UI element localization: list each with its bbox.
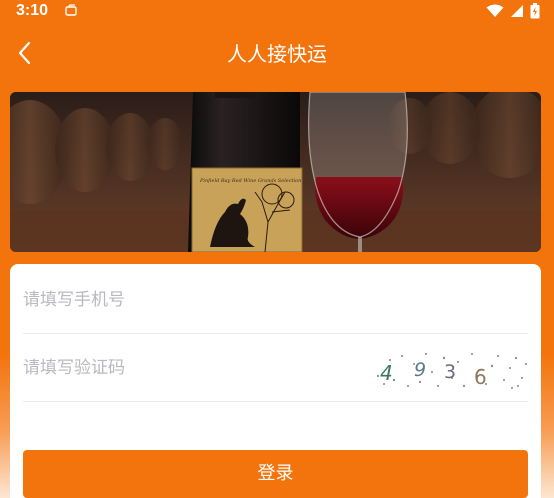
notification-icon bbox=[65, 4, 77, 16]
battery-icon bbox=[530, 3, 540, 19]
page-title: 人人接快运 bbox=[227, 42, 327, 66]
captcha-digit: 3 bbox=[444, 361, 456, 383]
bottle-label-text: Pinfield Bay Red Wine Grands Selection bbox=[199, 178, 301, 184]
phone-input[interactable] bbox=[23, 266, 528, 333]
wifi-icon bbox=[486, 4, 504, 17]
code-field: 4 9 3 6 bbox=[23, 334, 528, 402]
banner-image: Pinfield Bay Red Wine Grands Selection bbox=[10, 92, 541, 252]
captcha-digit: 9 bbox=[414, 359, 426, 381]
signal-icon bbox=[511, 5, 523, 17]
captcha-digit: 6 bbox=[474, 365, 487, 389]
login-button[interactable]: 登录 bbox=[23, 450, 528, 498]
status-time: 3:10 bbox=[16, 2, 49, 19]
login-card: 4 9 3 6 登录 bbox=[10, 264, 541, 498]
captcha-image[interactable]: 4 9 3 6 bbox=[368, 348, 530, 392]
captcha-digit: 4 bbox=[380, 361, 393, 385]
verification-code-input[interactable] bbox=[23, 334, 363, 401]
wine-illustration: Pinfield Bay Red Wine Grands Selection bbox=[10, 92, 541, 252]
phone-field bbox=[23, 266, 528, 334]
title-bar: 人人接快运 bbox=[0, 26, 554, 80]
status-bar: 3:10 bbox=[0, 0, 554, 26]
